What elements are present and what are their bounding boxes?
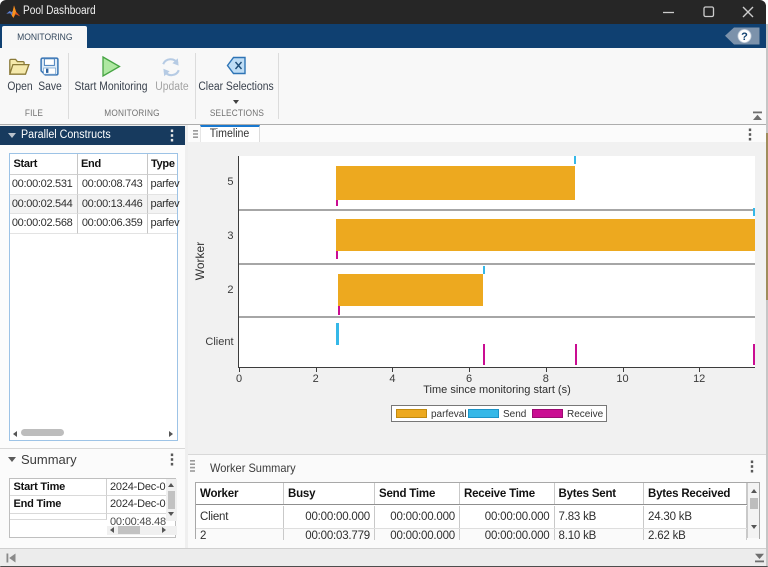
svg-text:?: ? (741, 31, 748, 43)
